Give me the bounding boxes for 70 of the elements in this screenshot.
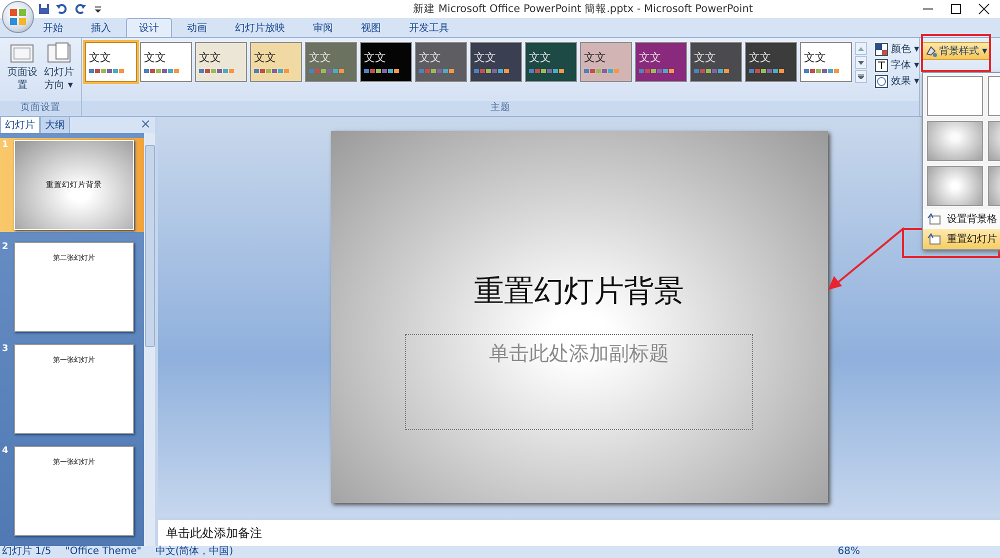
colors-icon: [875, 42, 888, 56]
menu-item[interactable]: 重置幻灯片: [923, 229, 1000, 249]
pane-tab[interactable]: 幻灯片: [0, 116, 40, 133]
slide-counter: 幻灯片 1/5: [2, 546, 52, 558]
pane-tab[interactable]: 大纲: [40, 116, 70, 133]
ribbon-tab[interactable]: 视图: [348, 18, 394, 37]
scroll-down-button[interactable]: [855, 56, 867, 69]
scroll-up-button[interactable]: [855, 42, 867, 55]
scrollbar[interactable]: [144, 133, 155, 546]
ribbon-tab[interactable]: 幻灯片放映: [222, 18, 298, 37]
slide-number: 3: [2, 344, 10, 356]
theme-option-button[interactable]: 字体 ▾: [875, 58, 920, 72]
ribbon-tab[interactable]: 开发工具: [396, 18, 462, 37]
theme-thumbnail[interactable]: 文文: [85, 42, 137, 82]
slide-number: 4: [2, 446, 10, 458]
slide-icon: [927, 233, 941, 245]
ribbon-tab[interactable]: 开始: [30, 18, 76, 37]
theme-thumbnail[interactable]: 文文: [140, 42, 192, 82]
font-icon: [875, 58, 888, 72]
group-label: 主题: [82, 101, 919, 116]
language: 中文(简体，中国): [155, 546, 234, 558]
theme-thumbnail[interactable]: 文文: [635, 42, 687, 82]
theme-thumbnail[interactable]: 文文: [195, 42, 247, 82]
background-style-option[interactable]: [927, 76, 983, 116]
theme-thumbnail[interactable]: 文文: [745, 42, 797, 82]
background-style-option[interactable]: [927, 121, 983, 161]
theme-thumbnail[interactable]: 文文: [305, 42, 357, 82]
undo-icon: [56, 3, 68, 15]
theme-thumbnail[interactable]: 文文: [470, 42, 522, 82]
slide-icon: [927, 213, 941, 225]
window-title: 新建 Microsoft Office PowerPoint 簡報.pptx - Microsoft PowerPoint: [412, 2, 754, 16]
squares-icon: [9, 8, 27, 26]
theme-thumbnail[interactable]: 文文: [525, 42, 577, 82]
theme-thumbnail[interactable]: 文文: [800, 42, 852, 82]
group-label: 页面设置: [0, 101, 81, 116]
background-styles-button[interactable]: 背景样式 ▾: [922, 42, 990, 60]
paint-bucket-icon: [925, 45, 937, 57]
redo-icon: [74, 3, 86, 15]
slide-number: 2: [2, 242, 10, 254]
caret-down-icon: [858, 60, 864, 64]
close-button[interactable]: ×: [140, 117, 151, 132]
theme-name: "Office Theme": [65, 546, 142, 558]
theme-thumbnail[interactable]: 文文: [250, 42, 302, 82]
zoom-level: 68%: [838, 546, 860, 558]
theme-thumbnail[interactable]: 文文: [415, 42, 467, 82]
more-icon: [858, 74, 864, 79]
ribbon-tab[interactable]: 设计: [126, 18, 172, 37]
theme-option-button[interactable]: 效果 ▾: [875, 74, 920, 88]
theme-thumbnail[interactable]: 文文: [580, 42, 632, 82]
ribbon-tab[interactable]: 审阅: [300, 18, 346, 37]
background-style-option[interactable]: [927, 166, 983, 206]
theme-thumbnail[interactable]: 文文: [360, 42, 412, 82]
ribbon-tab[interactable]: 动画: [174, 18, 220, 37]
maximize-icon: [950, 3, 962, 15]
ribbon-button[interactable]: 页面设置: [4, 42, 40, 92]
slide-number: 1: [2, 140, 10, 152]
save-icon: [38, 3, 50, 15]
notes-field[interactable]: 单击此处添加备注: [158, 517, 1000, 546]
highlight-frame: [921, 34, 991, 72]
caret-up-icon: [858, 46, 864, 50]
effects-icon: [875, 74, 888, 88]
office-button[interactable]: [2, 1, 34, 33]
slide-title: 重置幻灯片背景: [474, 273, 684, 311]
theme-option-button[interactable]: 颜色 ▾: [875, 42, 920, 56]
ribbon-button[interactable]: 幻灯片方向 ▾: [40, 42, 77, 92]
ribbon-tab[interactable]: 插入: [78, 18, 124, 37]
menu-item[interactable]: 设置背景格: [923, 209, 1000, 229]
theme-thumbnail[interactable]: 文文: [690, 42, 742, 82]
gallery-more-button[interactable]: [855, 70, 867, 83]
close-icon: [978, 3, 990, 15]
